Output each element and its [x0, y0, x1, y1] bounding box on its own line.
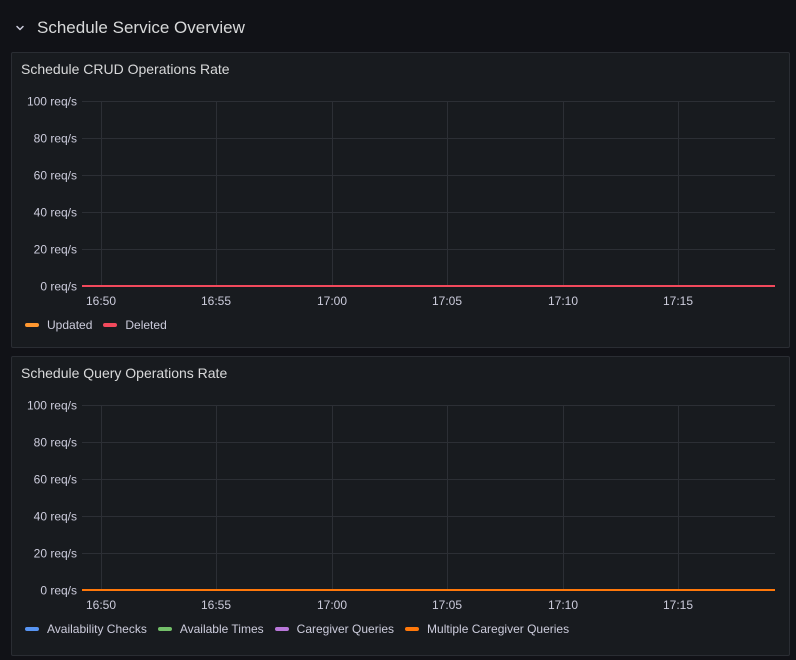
y-tick-label: 80 req/s [34, 132, 77, 146]
legend-swatch [157, 627, 172, 631]
y-tick-label: 0 req/s [40, 584, 77, 598]
x-tick-label: 17:00 [317, 294, 347, 308]
y-tick-label: 80 req/s [34, 436, 77, 450]
x-tick-label: 17:10 [548, 598, 578, 612]
legend-swatch [25, 323, 39, 327]
legend-label: Multiple Caregiver Queries [427, 622, 570, 636]
chart-legend: Updated Deleted [25, 318, 178, 332]
legend-swatch [274, 627, 289, 631]
y-tick-label: 40 req/s [34, 206, 77, 220]
y-tick-label: 60 req/s [34, 473, 77, 487]
x-tick-label: 17:05 [432, 294, 462, 308]
chevron-down-icon[interactable] [12, 20, 28, 36]
query-operations-panel[interactable]: Schedule Query Operations Rate 0 req/s 20… [11, 356, 790, 656]
row-header[interactable]: Schedule Service Overview [12, 14, 245, 42]
crud-operations-chart[interactable]: 0 req/s 20 req/s 40 req/s 60 req/s 80 req/s 1… [12, 53, 791, 349]
y-tick-label: 60 req/s [34, 169, 77, 183]
legend-item-multiple-caregiver-queries[interactable]: Multiple Caregiver Queries [405, 622, 569, 636]
x-tick-label: 17:10 [548, 294, 578, 308]
y-tick-label: 0 req/s [40, 280, 77, 294]
x-tick-label: 16:50 [86, 294, 116, 308]
y-tick-label: 40 req/s [34, 510, 77, 524]
y-tick-label: 100 req/s [27, 95, 77, 109]
legend-item-availability-checks[interactable]: Availability Checks [25, 622, 147, 636]
crud-operations-panel[interactable]: Schedule CRUD Operations Rate 0 req/s 20 … [11, 52, 790, 348]
legend-label: Updated [47, 318, 93, 332]
legend-item-caregiver-queries[interactable]: Caregiver Queries [274, 622, 395, 636]
legend-label: Deleted [125, 318, 167, 332]
legend-label: Availability Checks [47, 622, 147, 636]
y-tick-label: 20 req/s [34, 547, 77, 561]
x-tick-label: 17:00 [317, 598, 347, 612]
legend-swatch [103, 323, 118, 327]
y-tick-label: 20 req/s [34, 243, 77, 257]
x-tick-label: 17:05 [432, 598, 462, 612]
chart-legend: Availability Checks Available Times Care… [25, 622, 580, 636]
legend-swatch [405, 627, 420, 631]
legend-swatch [25, 627, 39, 631]
legend-label: Available Times [179, 622, 264, 636]
x-tick-label: 17:15 [663, 294, 693, 308]
x-tick-label: 17:15 [663, 598, 693, 612]
x-tick-label: 16:55 [201, 294, 231, 308]
legend-item-updated[interactable]: Updated [25, 318, 92, 332]
query-operations-chart[interactable]: 0 req/s 20 req/s 40 req/s 60 req/s 80 req/s 1… [12, 357, 791, 657]
legend-item-available-times[interactable]: Available Times [157, 622, 264, 636]
row-title: Schedule Service Overview [37, 18, 245, 37]
x-tick-label: 16:50 [86, 598, 116, 612]
x-tick-label: 16:55 [201, 598, 231, 612]
legend-item-deleted[interactable]: Deleted [103, 318, 167, 332]
y-tick-label: 100 req/s [27, 399, 77, 413]
legend-label: Caregiver Queries [296, 622, 395, 636]
